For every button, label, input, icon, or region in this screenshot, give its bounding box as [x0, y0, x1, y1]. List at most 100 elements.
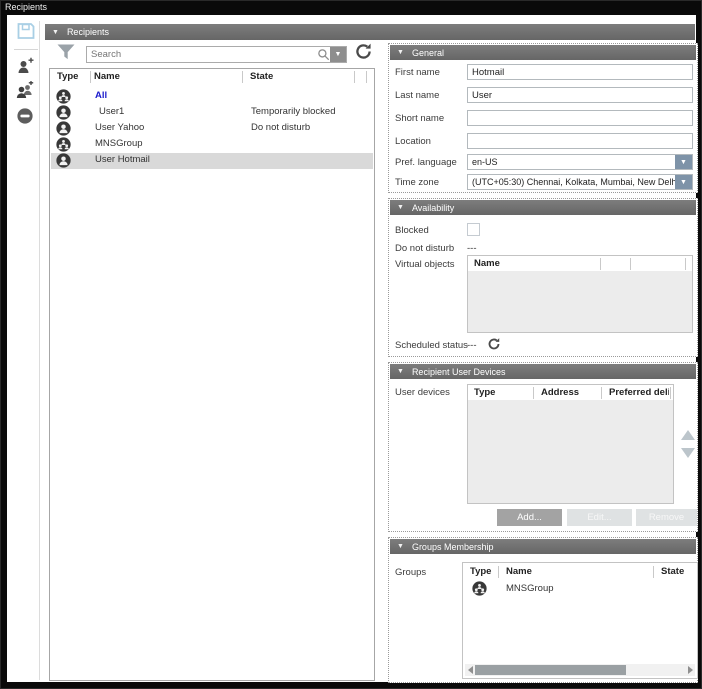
- groups-membership-section: ▼ Groups Membership Groups Type Name Sta…: [388, 537, 698, 683]
- user-devices-section-title: Recipient User Devices: [412, 367, 506, 377]
- pref-language-value: en-US: [468, 157, 675, 167]
- column-header-state[interactable]: State: [250, 71, 273, 82]
- groups-membership-section-title: Groups Membership: [412, 542, 494, 552]
- search-input[interactable]: [87, 49, 317, 60]
- refresh-icon: [354, 42, 373, 66]
- list-item-state: Do not disturb: [251, 122, 310, 133]
- location-label: Location: [395, 136, 431, 147]
- list-item-mnsgroup[interactable]: MNSGroup: [51, 137, 373, 153]
- save-button[interactable]: [15, 23, 37, 43]
- time-zone-label: Time zone: [395, 177, 439, 188]
- groups-table[interactable]: Type Name State MNSGroup: [462, 562, 698, 679]
- groups-membership-section-header[interactable]: ▼ Groups Membership: [390, 539, 696, 554]
- groups-label: Groups: [395, 567, 426, 578]
- collapse-icon: ▼: [397, 204, 404, 211]
- recipients-panel-header[interactable]: ▼ Recipients: [45, 24, 695, 40]
- filter-button[interactable]: [55, 45, 77, 64]
- remove-device-button[interactable]: Remove: [636, 509, 697, 526]
- list-item-all[interactable]: All: [51, 89, 373, 105]
- short-name-field[interactable]: [467, 110, 693, 126]
- column-header-type: Type: [474, 387, 495, 398]
- column-header-type[interactable]: Type: [57, 71, 78, 82]
- refresh-icon: [487, 338, 501, 355]
- window-title: Recipients: [5, 1, 47, 14]
- general-section-title: General: [412, 48, 444, 58]
- scroll-left-button[interactable]: [465, 664, 475, 676]
- list-item-user-hotmail[interactable]: User Hotmail: [51, 153, 373, 169]
- time-zone-value: (UTC+05:30) Chennai, Kolkata, Mumbai, Ne…: [468, 177, 675, 187]
- edit-device-button[interactable]: Edit...: [567, 509, 632, 526]
- group-row-name: MNSGroup: [506, 583, 554, 594]
- user-devices-table[interactable]: Type Address Preferred delivery se: [467, 384, 674, 504]
- add-user-icon: [16, 57, 34, 80]
- list-item-user1[interactable]: User1 Temporarily blocked: [51, 105, 373, 121]
- save-icon: [16, 22, 36, 45]
- blocked-label: Blocked: [395, 225, 429, 236]
- recipients-list-header: Type Name State: [50, 69, 374, 86]
- scroll-right-button[interactable]: [685, 664, 695, 676]
- general-section-header[interactable]: ▼ General: [390, 45, 696, 60]
- virtual-objects-table[interactable]: Name: [467, 255, 693, 333]
- column-header-name[interactable]: Name: [94, 71, 120, 82]
- filter-icon: [56, 43, 76, 66]
- collapse-icon: ▼: [52, 29, 59, 36]
- move-up-button[interactable]: [681, 430, 695, 440]
- app-window: Recipients: [0, 0, 702, 689]
- general-section: ▼ General First name Last name Short nam…: [388, 43, 698, 193]
- move-down-button[interactable]: [681, 448, 695, 458]
- pref-language-label: Pref. language: [395, 157, 457, 168]
- block-icon: [17, 108, 33, 129]
- list-item-name: All: [95, 90, 107, 101]
- user-devices-label: User devices: [395, 387, 450, 398]
- list-item-user-yahoo[interactable]: User Yahoo Do not disturb: [51, 121, 373, 137]
- chevron-down-icon[interactable]: ▼: [675, 155, 692, 169]
- collapse-icon: ▼: [397, 49, 404, 56]
- chevron-down-icon: ▼: [335, 51, 342, 58]
- group-row-mnsgroup[interactable]: MNSGroup: [463, 580, 697, 598]
- search-icon: [317, 48, 330, 61]
- first-name-field[interactable]: [467, 64, 693, 80]
- list-item-name: User1: [99, 106, 124, 117]
- last-name-field[interactable]: [467, 87, 693, 103]
- pref-language-dropdown[interactable]: en-US ▼: [467, 154, 693, 170]
- search-options-dropdown[interactable]: ▼: [330, 47, 346, 62]
- user-icon: [56, 153, 71, 171]
- search-box: ▼: [86, 46, 347, 63]
- add-group-icon: [15, 81, 35, 104]
- add-user-button[interactable]: [15, 59, 35, 78]
- first-name-label: First name: [395, 67, 440, 78]
- refresh-list-button[interactable]: [353, 44, 373, 64]
- short-name-label: Short name: [395, 113, 444, 124]
- recipients-panel-title: Recipients: [67, 27, 109, 37]
- time-zone-dropdown[interactable]: (UTC+05:30) Chennai, Kolkata, Mumbai, Ne…: [467, 174, 693, 190]
- chevron-down-icon[interactable]: ▼: [675, 175, 692, 189]
- column-header-type: Type: [470, 566, 491, 577]
- user-devices-section-header[interactable]: ▼ Recipient User Devices: [390, 364, 696, 379]
- scrollbar-thumb[interactable]: [475, 665, 626, 675]
- scrollbar-track[interactable]: [475, 665, 685, 675]
- toolbar-divider: [14, 49, 38, 50]
- refresh-status-button[interactable]: [487, 337, 501, 356]
- do-not-disturb-label: Do not disturb: [395, 243, 454, 254]
- add-device-button[interactable]: Add...: [497, 509, 562, 526]
- collapse-icon: ▼: [397, 543, 404, 550]
- list-item-name: User Hotmail: [95, 154, 150, 165]
- column-header-preferred-delivery: Preferred delivery se: [609, 387, 669, 398]
- last-name-label: Last name: [395, 90, 439, 101]
- group-icon: [472, 581, 487, 599]
- column-header-name: Name: [474, 258, 500, 269]
- toolbar-separator: [39, 21, 40, 680]
- availability-section-header[interactable]: ▼ Availability: [390, 200, 696, 215]
- do-not-disturb-value: ---: [467, 243, 477, 254]
- availability-section-title: Availability: [412, 203, 454, 213]
- content-area: ▼ Recipients ▼: [7, 15, 696, 682]
- add-group-button[interactable]: [14, 83, 36, 102]
- block-button[interactable]: [16, 109, 34, 127]
- collapse-icon: ▼: [397, 368, 404, 375]
- horizontal-scrollbar: [465, 664, 695, 676]
- column-header-state: State: [661, 566, 684, 577]
- blocked-checkbox[interactable]: [467, 223, 480, 236]
- location-field[interactable]: [467, 133, 693, 149]
- scheduled-status-value: ---: [467, 340, 477, 351]
- recipients-list: Type Name State All User1 T: [49, 68, 375, 681]
